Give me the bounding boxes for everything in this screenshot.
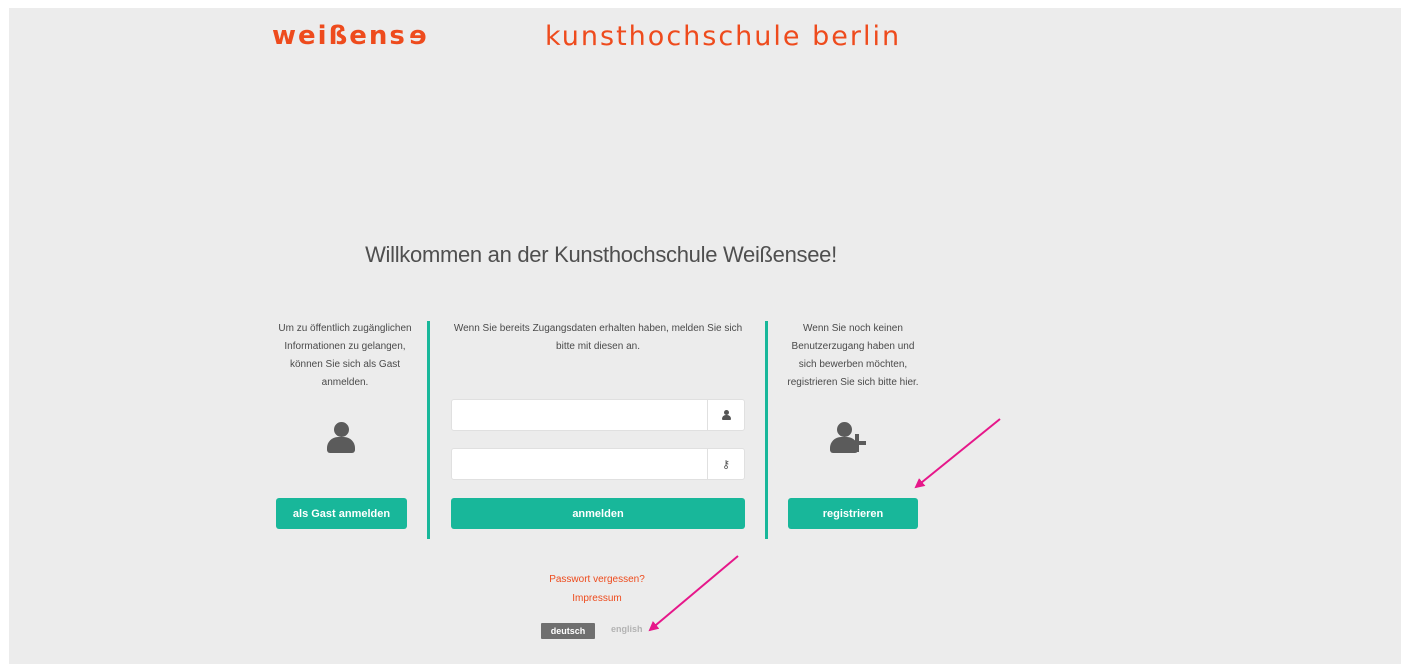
- user-icon: [707, 400, 744, 430]
- column-divider: [427, 321, 430, 539]
- impressum-link[interactable]: Impressum: [0, 593, 1194, 604]
- username-field[interactable]: [451, 399, 745, 431]
- school-name-logo: kunsthochschule berlin: [545, 21, 902, 52]
- username-input[interactable]: [452, 400, 708, 430]
- language-deutsch[interactable]: deutsch: [541, 623, 595, 639]
- login-button[interactable]: anmelden: [451, 498, 745, 529]
- login-description: Wenn Sie bereits Zugangsdaten erhalten h…: [453, 323, 743, 352]
- column-divider: [765, 321, 768, 539]
- guest-description: Um zu öffentlich zugänglichen Informatio…: [278, 323, 412, 388]
- password-field[interactable]: ⚷: [451, 448, 745, 480]
- guest-login-button[interactable]: als Gast anmelden: [276, 498, 407, 529]
- register-description: Wenn Sie noch keinen Benutzerzugang habe…: [787, 323, 919, 388]
- welcome-heading: Willkommen an der Kunsthochschule Weißen…: [365, 242, 837, 267]
- weissensee-logo[interactable]: weißense: [272, 21, 427, 51]
- key-icon: ⚷: [707, 449, 744, 479]
- user-icon: [327, 422, 355, 454]
- register-button[interactable]: registrieren: [788, 498, 918, 529]
- plus-icon: [848, 434, 866, 452]
- language-english[interactable]: english: [611, 624, 643, 634]
- forgot-password-link[interactable]: Passwort vergessen?: [0, 574, 1194, 585]
- password-input[interactable]: [452, 449, 708, 479]
